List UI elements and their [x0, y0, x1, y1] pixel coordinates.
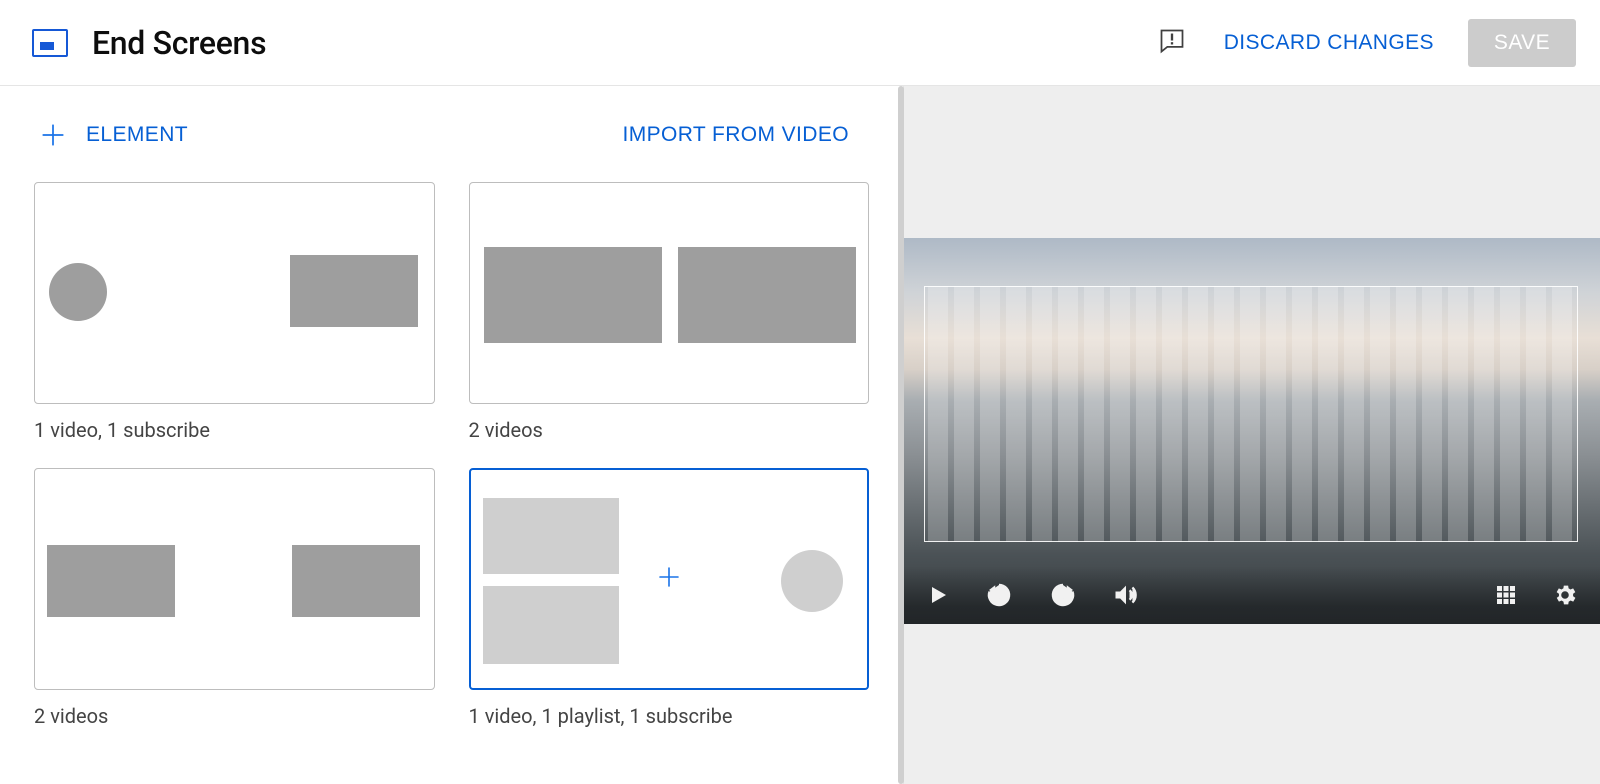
playlist-placeholder-icon — [483, 586, 619, 664]
forward-10-icon: 10 — [1048, 580, 1078, 610]
template-2-videos-large: 2 videos — [469, 182, 870, 442]
template-label: 2 videos — [34, 704, 435, 728]
template-label: 1 video, 1 subscribe — [34, 418, 435, 442]
template-1-video-1-subscribe: 1 video, 1 subscribe — [34, 182, 435, 442]
template-grid: 1 video, 1 subscribe 2 videos 2 videos — [34, 182, 869, 728]
template-card[interactable] — [34, 468, 435, 690]
template-card[interactable] — [469, 468, 870, 690]
mute-button[interactable] — [1112, 581, 1140, 609]
import-from-video-button[interactable]: IMPORT FROM VIDEO — [622, 123, 869, 147]
feedback-icon — [1158, 27, 1186, 55]
add-placeholder-icon — [657, 565, 681, 593]
player-controls: 10 10 — [904, 566, 1600, 624]
svg-text:10: 10 — [994, 591, 1004, 601]
header-left: End Screens — [32, 24, 266, 62]
templates-panel: ELEMENT IMPORT FROM VIDEO 1 video, 1 sub… — [0, 86, 903, 784]
template-label: 2 videos — [469, 418, 870, 442]
template-card[interactable] — [34, 182, 435, 404]
video-placeholder-icon — [292, 545, 420, 617]
templates-action-row: ELEMENT IMPORT FROM VIDEO — [34, 116, 869, 182]
endscreen-safe-zone[interactable] — [924, 286, 1578, 542]
grid-icon — [1494, 583, 1518, 607]
grid-view-button[interactable] — [1494, 583, 1518, 607]
video-placeholder-icon — [47, 545, 175, 617]
rewind-10-button[interactable]: 10 — [984, 580, 1014, 610]
header-bar: End Screens DISCARD CHANGES SAVE — [0, 0, 1600, 86]
subscribe-placeholder-icon — [781, 550, 843, 612]
video-placeholder-icon — [484, 247, 662, 343]
template-label: 1 video, 1 playlist, 1 subscribe — [469, 704, 870, 728]
template-1-video-1-playlist-1-subscribe: 1 video, 1 playlist, 1 subscribe — [469, 468, 870, 728]
plus-icon — [40, 122, 66, 148]
header-right: DISCARD CHANGES SAVE — [1154, 19, 1576, 67]
page-title: End Screens — [92, 24, 266, 62]
settings-button[interactable] — [1552, 582, 1578, 608]
svg-text:10: 10 — [1058, 591, 1068, 601]
play-button[interactable] — [926, 583, 950, 607]
forward-10-button[interactable]: 10 — [1048, 580, 1078, 610]
template-2-videos-small: 2 videos — [34, 468, 435, 728]
preview-panel: 10 10 — [903, 86, 1600, 784]
gear-icon — [1552, 582, 1578, 608]
endscreen-icon — [32, 29, 68, 57]
video-placeholder-icon — [290, 255, 418, 327]
rewind-10-icon: 10 — [984, 580, 1014, 610]
add-element-label: ELEMENT — [86, 123, 188, 147]
video-placeholder-icon — [483, 498, 619, 574]
add-element-button[interactable]: ELEMENT — [40, 122, 188, 148]
feedback-button[interactable] — [1154, 23, 1190, 62]
discard-changes-button[interactable]: DISCARD CHANGES — [1224, 31, 1434, 55]
template-card[interactable] — [469, 182, 870, 404]
video-placeholder-icon — [678, 247, 856, 343]
video-preview[interactable]: 10 10 — [904, 238, 1600, 624]
save-button[interactable]: SAVE — [1468, 19, 1576, 67]
volume-icon — [1112, 581, 1140, 609]
play-icon — [926, 583, 950, 607]
subscribe-placeholder-icon — [49, 263, 107, 321]
